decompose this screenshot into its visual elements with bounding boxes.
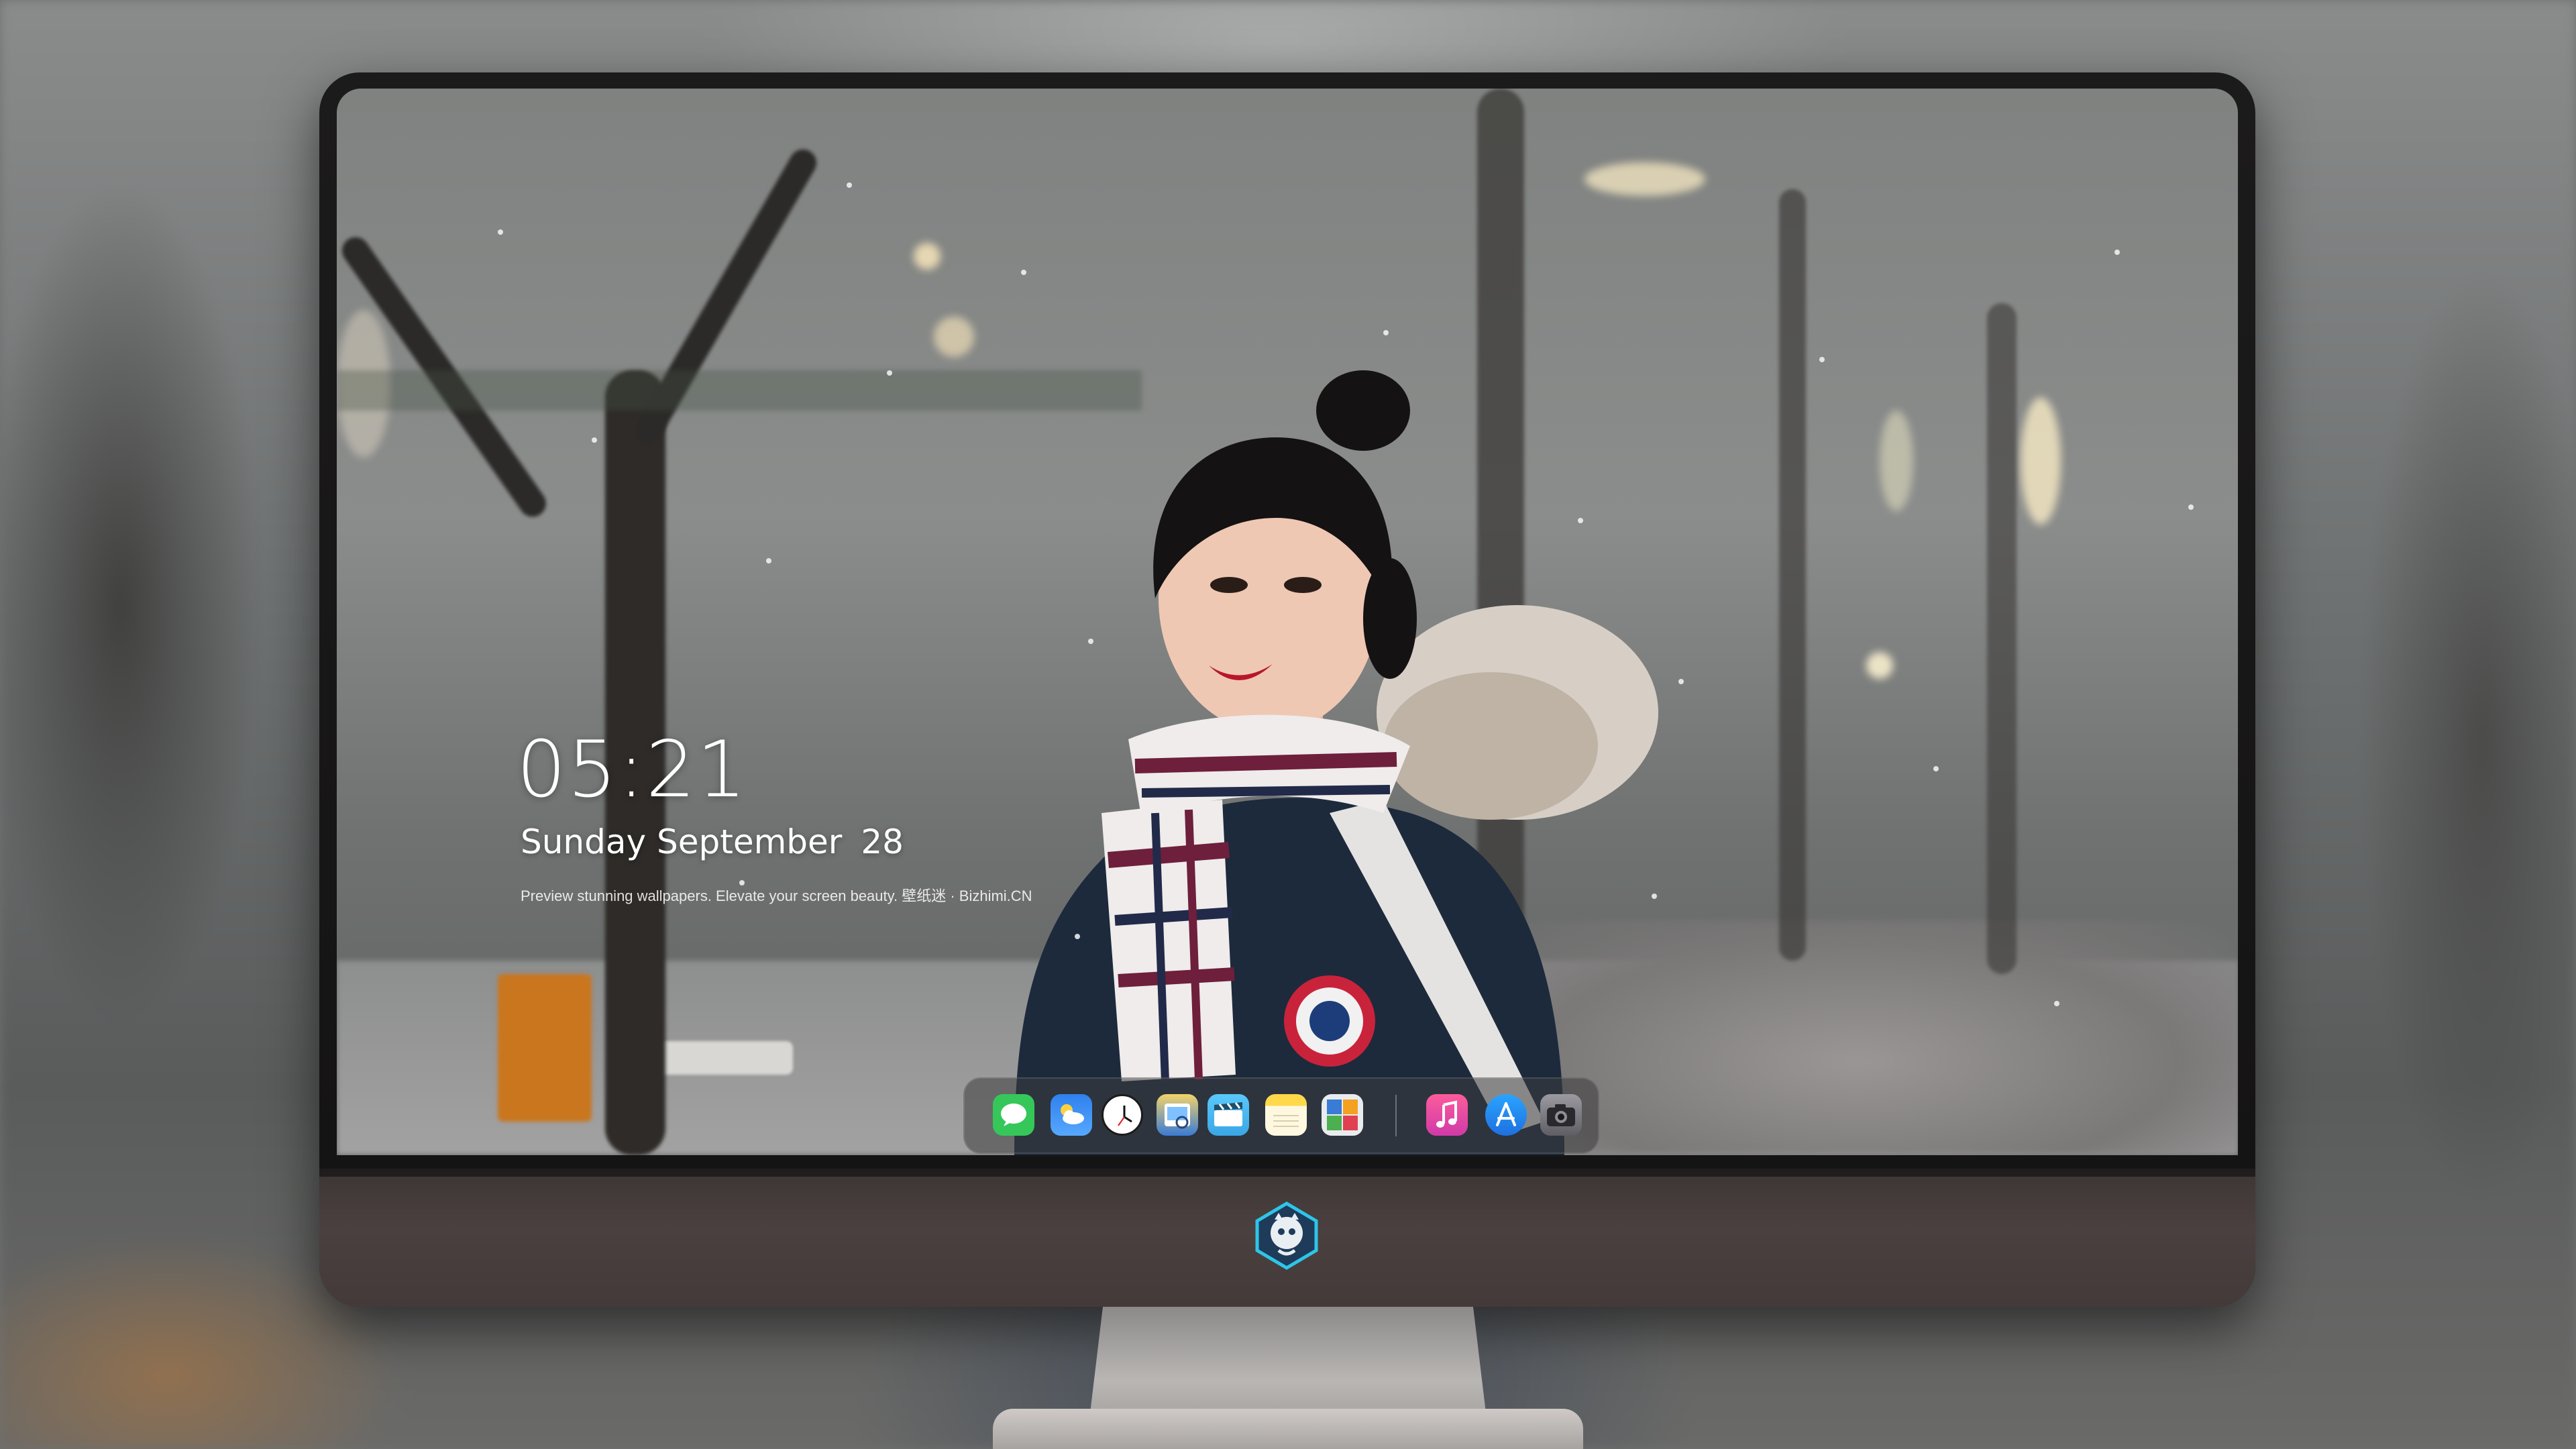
messages-icon[interactable] (993, 1094, 1034, 1136)
music-icon[interactable] (1426, 1094, 1468, 1136)
mascot-logo-icon (1255, 1201, 1318, 1270)
dock-separator (1395, 1095, 1397, 1136)
wallpaper-screen (337, 89, 2238, 1155)
clock-icon[interactable] (1102, 1094, 1143, 1136)
wallpaper-subject (1014, 370, 1658, 1155)
lock-screen-date: Sunday September 28 (521, 822, 904, 861)
notes-icon[interactable] (1265, 1094, 1307, 1136)
app-store-icon[interactable] (1485, 1094, 1527, 1136)
camera-icon[interactable] (1540, 1094, 1582, 1136)
weather-icon[interactable] (1051, 1094, 1092, 1136)
clips-icon[interactable] (1208, 1094, 1249, 1136)
date-day: 28 (861, 822, 904, 861)
photo-booth-icon[interactable] (1322, 1094, 1363, 1136)
wallpaper-tagline: Preview stunning wallpapers. Elevate you… (521, 888, 1032, 904)
preview-icon[interactable] (1157, 1094, 1198, 1136)
lock-screen-clock: 05:21 (517, 724, 748, 815)
desktop-stage: 05:21 Sunday September 28 Preview stunnin… (0, 0, 2576, 1449)
monitor-stand-base (993, 1409, 1583, 1449)
date-weekday-month: Sunday September (521, 822, 843, 861)
